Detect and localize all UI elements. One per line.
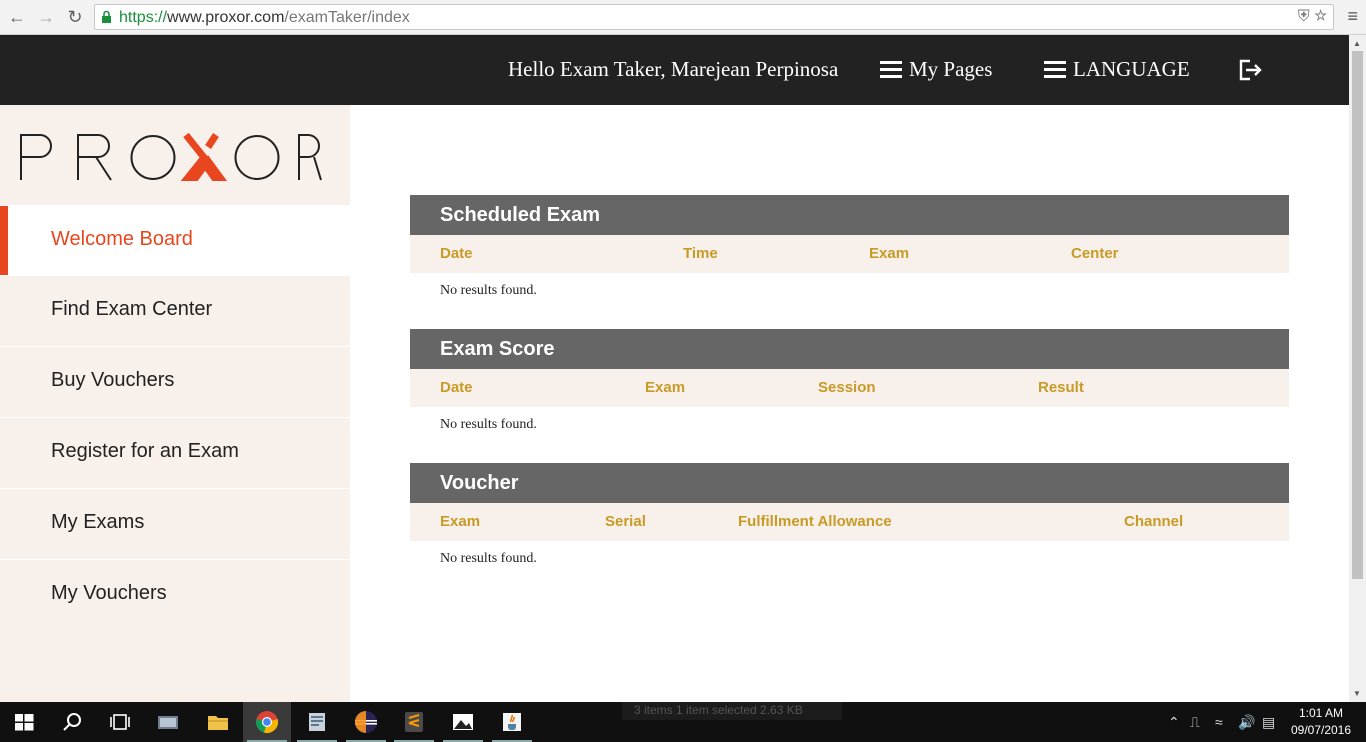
volume-icon[interactable]: 🔊 [1238,714,1255,731]
forward-arrow-icon[interactable]: → [35,6,57,28]
section-title: Scheduled Exam [410,195,1289,235]
table-header-row: Date Time Exam Center [410,235,1289,273]
chrome-icon [256,711,279,734]
user-greeting: Hello Exam Taker, Marejean Perpinosa [508,57,839,81]
sidebar-item-welcome-board[interactable]: Welcome Board [0,205,350,276]
page-scrollbar[interactable]: ▲ ▼ [1349,35,1366,702]
taskbar: 3 items 1 item selected 2.63 KB ⌃ ⎍ ≈ 🔊 … [0,702,1366,742]
task-view-button[interactable] [96,702,144,742]
taskbar-app-java[interactable] [488,702,536,742]
installer-icon [309,713,325,731]
column-header[interactable]: Exam [869,245,909,262]
language-menu[interactable]: LANGUAGE [1044,57,1190,82]
address-bar-icons: ⛨ ☆ [1298,8,1327,26]
browser-menu-icon[interactable]: ≡ [1347,6,1358,27]
clock-date: 09/07/2016 [1290,723,1352,737]
sidebar-item-label: Welcome Board [51,228,193,250]
column-header[interactable]: Result [1038,379,1084,396]
java-icon [503,713,521,731]
proxor-logo [20,133,322,181]
taskbar-app-network[interactable] [144,702,192,742]
column-header[interactable]: Session [818,379,876,396]
column-header[interactable]: Exam [440,513,480,530]
scheduled-exam-section: Scheduled Exam Date Time Exam Center No … [410,195,1289,308]
sidebar-item-label: My Vouchers [51,582,167,604]
logout-icon[interactable] [1238,59,1262,81]
language-label: LANGUAGE [1073,57,1190,81]
column-header[interactable]: Date [440,379,473,396]
sidebar-item-find-exam-center[interactable]: Find Exam Center [0,275,350,345]
reload-icon[interactable]: ↻ [64,6,86,28]
column-header[interactable]: Channel [1124,513,1183,530]
browser-toolbar: ← → ↻ https://www.proxor.com/examTaker/i… [0,0,1366,35]
taskbar-app-photos[interactable] [439,702,487,742]
taskbar-app-chrome[interactable] [243,702,291,742]
column-header[interactable]: Center [1071,245,1119,262]
eclipse-icon [355,711,377,733]
taskbar-app-sublime[interactable] [390,702,438,742]
table-header-row: Exam Serial Fulfillment Allowance Channe… [410,503,1289,541]
show-hidden-icons-chevron-icon[interactable]: ⌃ [1168,714,1180,731]
column-header[interactable]: Date [440,245,473,262]
power-icon[interactable]: ⎍ [1190,714,1200,731]
sidebar-item-buy-vouchers[interactable]: Buy Vouchers [0,346,350,416]
wifi-icon[interactable]: ≈ [1215,714,1223,730]
url-text: https://www.proxor.com/examTaker/index [119,9,410,26]
section-title: Voucher [410,463,1289,503]
explorer-status-text: 3 items 1 item selected 2.63 KB [622,702,842,720]
sidebar-item-register-for-an-exam[interactable]: Register for an Exam [0,417,350,487]
sidebar-item-label: Buy Vouchers [51,369,175,391]
scroll-down-arrow-icon[interactable]: ▼ [1353,689,1361,698]
empty-message: No results found. [440,283,537,298]
folder-icon [208,716,228,730]
table-header-row: Date Exam Session Result [410,369,1289,407]
star-icon[interactable]: ☆ [1314,8,1327,25]
sidebar-item-label: Register for an Exam [51,440,239,462]
column-header[interactable]: Exam [645,379,685,396]
photos-icon [453,714,473,730]
section-title: Exam Score [410,329,1289,369]
sidebar-item-label: Find Exam Center [51,298,213,320]
clock-time: 1:01 AM [1298,706,1344,720]
exam-score-section: Exam Score Date Exam Session Result No r… [410,329,1289,442]
site-header: Hello Exam Taker, Marejean Perpinosa My … [0,35,1349,105]
search-icon [63,713,81,731]
my-pages-menu[interactable]: My Pages [880,57,992,82]
lock-icon [102,10,111,23]
sidebar-item-my-exams[interactable]: My Exams [0,488,350,558]
shield-icon[interactable]: ⛨ [1298,8,1310,25]
taskbar-app-file-explorer[interactable] [194,702,242,742]
search-button[interactable] [48,702,96,742]
address-bar[interactable]: https://www.proxor.com/examTaker/index ⛨… [94,4,1334,30]
windows-logo-icon [15,714,34,731]
empty-message: No results found. [440,417,537,432]
sidebar-item-my-vouchers[interactable]: My Vouchers [0,559,350,629]
scrollbar-thumb[interactable] [1352,51,1363,579]
task-view-icon [110,714,130,730]
column-header[interactable]: Fulfillment Allowance [738,513,892,530]
back-arrow-icon[interactable]: ← [6,6,28,28]
taskbar-app-eclipse[interactable] [342,702,390,742]
voucher-section: Voucher Exam Serial Fulfillment Allowanc… [410,463,1289,576]
taskbar-app-installer[interactable] [293,702,341,742]
hamburger-icon [1044,60,1066,79]
clock[interactable]: 1:01 AM 09/07/2016 [1288,705,1354,739]
active-indicator [0,206,8,276]
sidebar-item-label: My Exams [51,511,145,533]
column-header[interactable]: Time [683,245,718,262]
start-button[interactable] [0,702,48,742]
column-header[interactable]: Serial [605,513,646,530]
sidebar: Welcome Board Find Exam Center Buy Vouch… [0,105,350,702]
my-pages-label: My Pages [909,57,993,81]
network-app-icon [158,716,178,729]
hamburger-icon [880,60,902,79]
sublime-text-icon [405,712,423,732]
action-center-icon[interactable]: ▤ [1262,714,1275,731]
scroll-up-arrow-icon[interactable]: ▲ [1353,39,1361,48]
empty-message: No results found. [440,551,537,566]
